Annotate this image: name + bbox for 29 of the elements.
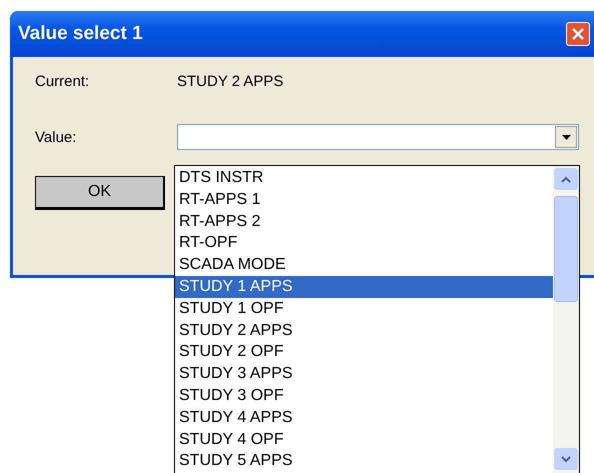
list-item[interactable]: STUDY 2 APPS (175, 320, 553, 342)
close-button[interactable] (566, 22, 590, 46)
list-item[interactable]: STUDY 3 OPF (175, 384, 553, 407)
chevron-down-icon (561, 456, 571, 462)
list-item[interactable]: STUDY 1 OPF (175, 298, 553, 320)
current-value: STUDY 2 APPS (177, 73, 284, 90)
ok-button[interactable]: OK (35, 176, 165, 210)
value-label: Value: (35, 128, 78, 146)
scrollbar[interactable] (553, 166, 579, 473)
list-item[interactable]: STUDY 2 OPF (175, 341, 553, 364)
window-title: Value select 1 (18, 23, 144, 45)
list-item[interactable]: STUDY 4 OPF (175, 428, 553, 450)
scroll-up-button[interactable] (554, 168, 578, 190)
list-item[interactable]: RT-OPF (175, 232, 553, 254)
list-item[interactable]: SCADA MODE (175, 254, 553, 276)
list-item[interactable]: DTS INSTR (175, 167, 553, 189)
list-item[interactable]: STUDY 1 APPS (175, 276, 553, 298)
chevron-up-icon (561, 176, 571, 182)
scroll-down-button[interactable] (554, 448, 578, 470)
caret-icon (562, 134, 570, 140)
current-label: Current: (35, 73, 90, 90)
list-item[interactable]: RT-APPS 2 (175, 210, 553, 232)
list-item[interactable]: STUDY 3 APPS (175, 363, 553, 385)
close-icon (571, 27, 585, 41)
dropdown-button[interactable] (555, 126, 577, 148)
list-item[interactable]: STUDY 5 APPS (175, 450, 553, 472)
list-item[interactable]: STUDY 4 APPS (175, 406, 553, 429)
scroll-thumb[interactable] (554, 196, 578, 302)
list-item[interactable]: RT-APPS 1 (175, 188, 553, 211)
